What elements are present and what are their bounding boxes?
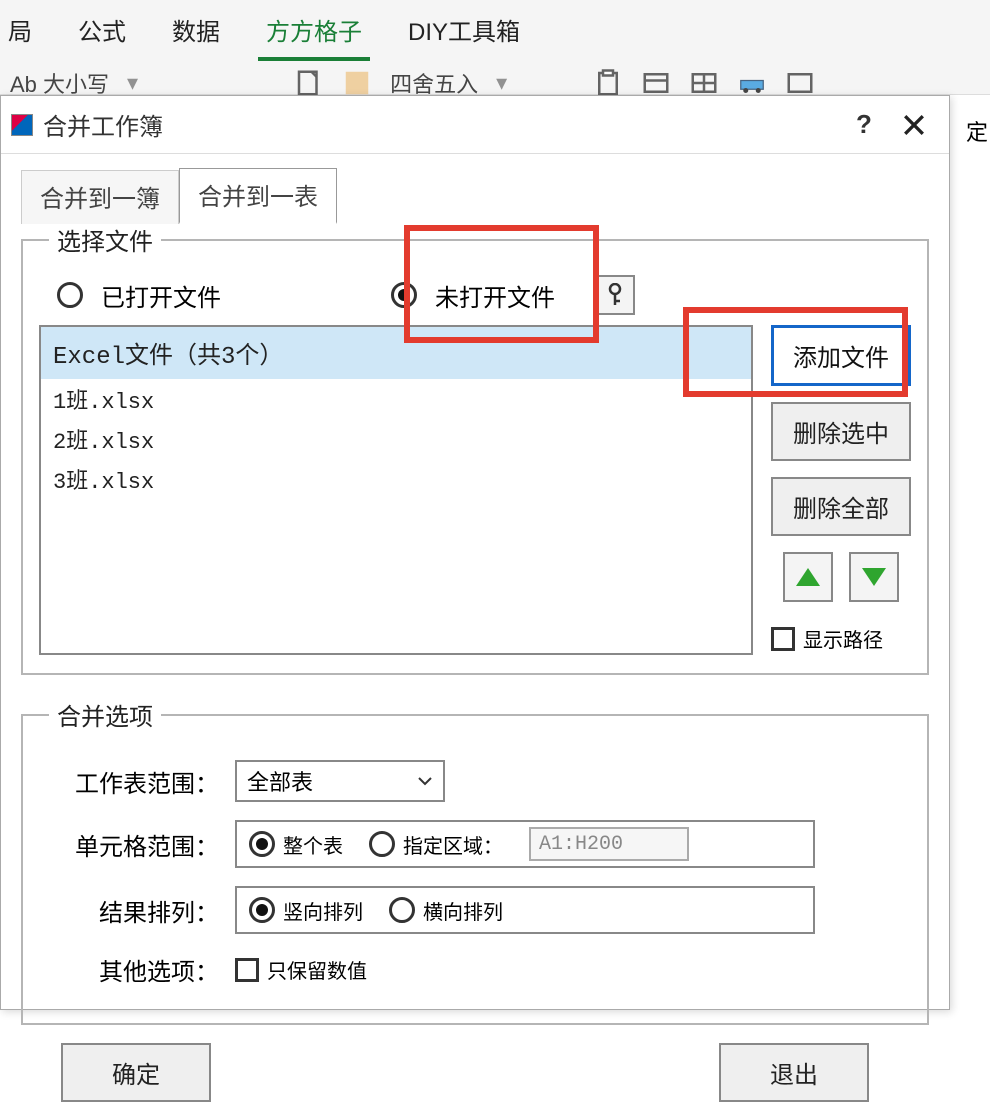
arrow-up-icon — [796, 568, 820, 586]
show-path-checkbox[interactable] — [771, 627, 795, 651]
ok-button[interactable]: 确定 — [61, 1043, 211, 1102]
round-icon — [342, 68, 372, 98]
merge-workbook-dialog: 合并工作簿 ? 合并到一簿 合并到一表 选择文件 已打开文件 未打开文件 — [0, 95, 950, 1010]
input-cell-range[interactable]: A1:H200 — [529, 827, 689, 861]
file-list[interactable]: Excel文件（共3个） 1班.xlsx 2班.xlsx 3班.xlsx — [39, 325, 753, 655]
show-path-label: 显示路径 — [803, 624, 883, 653]
arrow-down-icon — [862, 568, 886, 586]
combo-sheet-range[interactable]: 全部表 — [235, 760, 445, 802]
group-merge-options: 合并选项 工作表范围： 全部表 单元格范围： 整个表 指定区 — [21, 697, 929, 1025]
help-button[interactable]: ? — [839, 105, 889, 145]
ribbon-tab-data[interactable]: 数据 — [164, 8, 228, 61]
key-icon — [606, 283, 624, 307]
dialog-tabs: 合并到一簿 合并到一表 — [21, 168, 929, 224]
ribbon: 局 公式 数据 方方格子 DIY工具箱 Ab 大小写 ▾ 四舍五入 ▾ — [0, 0, 990, 95]
radio-opened-files[interactable] — [57, 282, 83, 308]
checkbox-keep-values-label: 只保留数值 — [267, 955, 367, 984]
label-cell-range: 单元格范围： — [69, 827, 219, 862]
tab-merge-to-book[interactable]: 合并到一簿 — [21, 170, 179, 224]
ribbon-tabs: 局 公式 数据 方方格子 DIY工具箱 — [0, 0, 990, 61]
table-icon[interactable] — [641, 68, 671, 98]
radio-whole-sheet[interactable] — [249, 831, 275, 857]
ribbon-toolbar: Ab 大小写 ▾ 四舍五入 ▾ — [0, 61, 990, 99]
dialog-titlebar: 合并工作簿 ? — [1, 96, 949, 154]
label-arrangement: 结果排列： — [69, 893, 219, 928]
radio-whole-sheet-label: 整个表 — [283, 830, 343, 859]
file-list-header: Excel文件（共3个） — [41, 327, 751, 379]
radio-specified-range[interactable] — [369, 831, 395, 857]
radio-vertical-label: 竖向排列 — [283, 896, 363, 925]
label-other-options: 其他选项： — [69, 952, 219, 987]
radio-horizontal-label: 横向排列 — [423, 896, 503, 925]
key-button[interactable] — [595, 275, 635, 315]
chevron-down-icon — [417, 773, 433, 789]
group-select-files-legend: 选择文件 — [49, 222, 161, 257]
grid-icon[interactable] — [689, 68, 719, 98]
ribbon-tab-diy[interactable]: DIY工具箱 — [400, 8, 528, 61]
background-text: 定 — [966, 115, 988, 147]
combo-sheet-range-value: 全部表 — [247, 765, 313, 797]
clipboard-icon[interactable] — [593, 68, 623, 98]
page-icon — [294, 68, 324, 98]
move-down-button[interactable] — [849, 552, 899, 602]
radio-unopened-files[interactable] — [391, 282, 417, 308]
checkbox-keep-values[interactable] — [235, 958, 259, 982]
group-merge-options-legend: 合并选项 — [49, 697, 161, 732]
label-sheet-range: 工作表范围： — [69, 764, 219, 799]
close-button[interactable] — [889, 105, 939, 145]
move-up-button[interactable] — [783, 552, 833, 602]
ribbon-tab-layout[interactable]: 局 — [0, 8, 40, 61]
tab-merge-to-sheet[interactable]: 合并到一表 — [179, 168, 337, 224]
delete-all-button[interactable]: 删除全部 — [771, 477, 911, 536]
radio-unopened-files-label: 未打开文件 — [435, 278, 555, 313]
delete-selected-button[interactable]: 删除选中 — [771, 402, 911, 461]
radio-vertical[interactable] — [249, 897, 275, 923]
exit-button[interactable]: 退出 — [719, 1043, 869, 1102]
file-list-item[interactable]: 3班.xlsx — [41, 459, 751, 499]
radio-horizontal[interactable] — [389, 897, 415, 923]
group-select-files: 选择文件 已打开文件 未打开文件 Excel文件（共3个） 1班.xlsx 2班… — [21, 222, 929, 675]
file-list-item[interactable]: 1班.xlsx — [41, 379, 751, 419]
ribbon-tab-formula[interactable]: 公式 — [70, 8, 134, 61]
file-list-item[interactable]: 2班.xlsx — [41, 419, 751, 459]
car-icon[interactable] — [737, 68, 767, 98]
radio-opened-files-label: 已打开文件 — [101, 278, 221, 313]
dialog-title: 合并工作簿 — [43, 107, 839, 142]
table2-icon[interactable] — [785, 68, 815, 98]
add-file-button[interactable]: 添加文件 — [771, 325, 911, 386]
dialog-icon — [11, 114, 33, 136]
close-icon — [903, 114, 925, 136]
ribbon-tab-ffgezi[interactable]: 方方格子 — [258, 8, 370, 61]
radio-specified-range-label: 指定区域： — [403, 830, 503, 859]
